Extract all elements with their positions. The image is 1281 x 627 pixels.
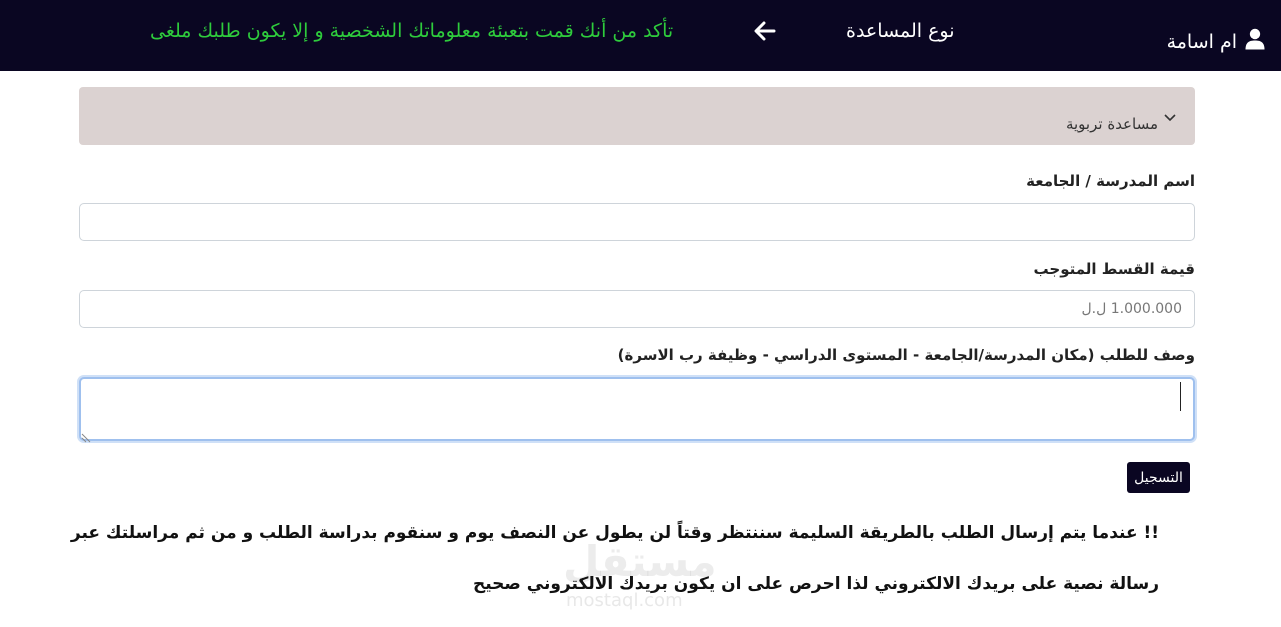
description-textarea[interactable] (79, 377, 1195, 441)
arrow-left-icon[interactable] (752, 18, 778, 44)
user-menu[interactable]: ام اسامة (1167, 28, 1265, 55)
school-input[interactable] (79, 203, 1195, 241)
user-name: ام اسامة (1166, 30, 1237, 53)
resize-grip-icon[interactable] (81, 428, 91, 443)
chevron-down-icon (1163, 109, 1177, 123)
installment-input[interactable] (79, 290, 1195, 328)
user-icon (1245, 28, 1265, 55)
profile-warning: تأكد من أنك قمت بتعبئة معلوماتك الشخصية … (150, 20, 674, 42)
installment-label: قيمة القسط المتوجب (1033, 260, 1195, 278)
text-caret (1180, 382, 1181, 411)
aid-type-select[interactable]: مساعدة تربوية (79, 87, 1195, 145)
aid-type-value: مساعدة تربوية (1065, 115, 1158, 133)
top-navbar: ام اسامة نوع المساعدة تأكد من أنك قمت بت… (0, 0, 1281, 71)
description-label: وصف للطلب (مكان المدرسة/الجامعة - المستو… (617, 346, 1195, 364)
notice-line-2: رسالة نصية على بريدك الالكتروني لذا احرص… (472, 574, 1159, 594)
page-title: نوع المساعدة (846, 20, 955, 42)
notice-line-1: !! عندما يتم إرسال الطلب بالطريقة السليم… (70, 523, 1159, 543)
submit-button[interactable]: التسجيل (1127, 462, 1190, 493)
school-label: اسم المدرسة / الجامعة (1026, 172, 1195, 190)
